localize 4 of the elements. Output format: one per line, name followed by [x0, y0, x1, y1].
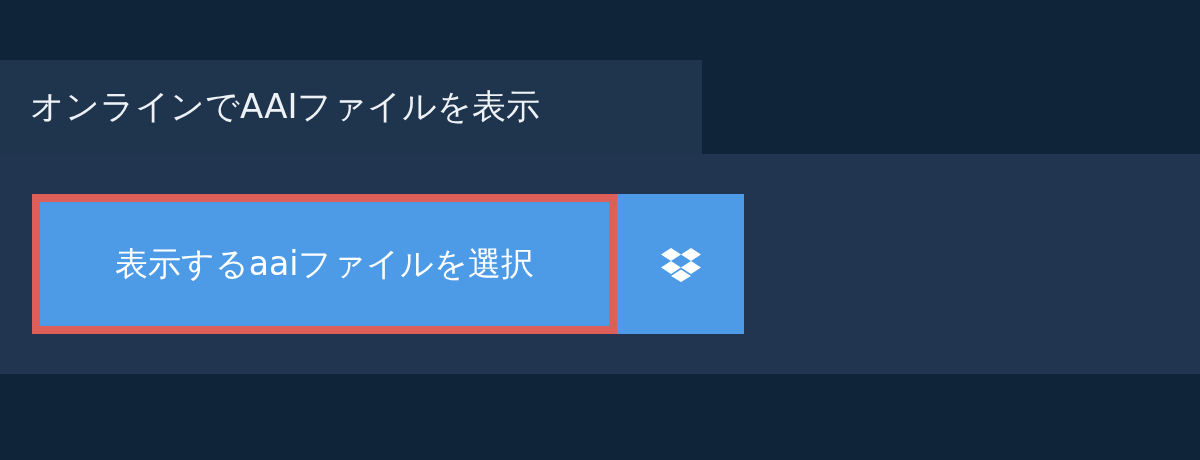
choose-file-button[interactable]: 表示するaaiファイルを選択 — [32, 194, 617, 334]
dropbox-icon — [659, 246, 702, 282]
page-title: オンラインでAAIファイルを表示 — [30, 85, 541, 128]
dropbox-button[interactable] — [617, 194, 744, 334]
